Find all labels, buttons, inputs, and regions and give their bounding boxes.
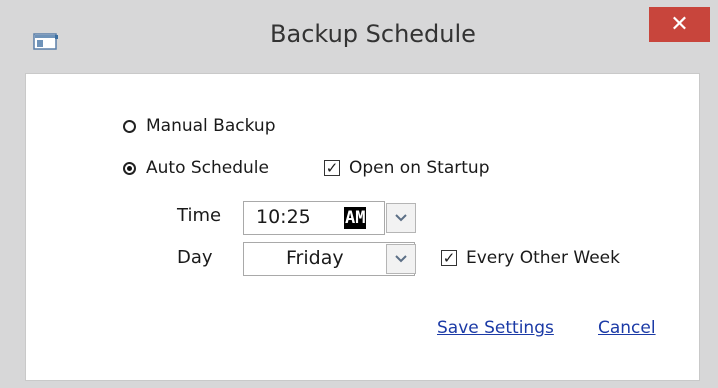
- time-field[interactable]: 10:25 AM: [243, 201, 385, 235]
- save-settings-link[interactable]: Save Settings: [437, 318, 554, 338]
- manual-backup-option[interactable]: Manual Backup: [123, 116, 276, 136]
- every-other-week-option[interactable]: ✓ Every Other Week: [441, 248, 620, 268]
- day-value: Friday: [286, 247, 344, 269]
- time-value[interactable]: 10:25: [256, 206, 311, 228]
- open-on-startup-checkbox[interactable]: ✓: [324, 160, 340, 176]
- day-label: Day: [177, 247, 213, 268]
- chevron-down-icon: [395, 214, 407, 222]
- backup-schedule-window: Backup Schedule ✕ Manual Backup Auto Sch…: [0, 0, 718, 388]
- dialog-body: Manual Backup Auto Schedule ✓ Open on St…: [25, 73, 700, 381]
- title-bar: Backup Schedule ✕: [0, 0, 718, 74]
- manual-backup-radio[interactable]: [123, 119, 136, 133]
- time-dropdown-button[interactable]: [386, 203, 416, 233]
- open-on-startup-option[interactable]: ✓ Open on Startup: [324, 158, 489, 178]
- chevron-down-icon: [395, 255, 407, 263]
- open-on-startup-label: Open on Startup: [349, 158, 490, 178]
- auto-schedule-label: Auto Schedule: [146, 158, 269, 178]
- every-other-week-checkbox[interactable]: ✓: [441, 250, 457, 266]
- manual-backup-label: Manual Backup: [146, 116, 276, 136]
- ampm-value[interactable]: AM: [344, 207, 367, 229]
- time-label: Time: [177, 205, 222, 226]
- close-button[interactable]: ✕: [649, 7, 710, 42]
- checkmark-icon: ✓: [325, 159, 339, 177]
- close-icon: ✕: [670, 12, 689, 37]
- cancel-link[interactable]: Cancel: [598, 318, 656, 338]
- auto-schedule-radio[interactable]: [123, 161, 136, 175]
- day-dropdown-button[interactable]: [386, 244, 416, 274]
- window-title: Backup Schedule: [270, 20, 476, 48]
- auto-schedule-option[interactable]: Auto Schedule: [123, 158, 269, 178]
- checkmark-icon: ✓: [442, 249, 456, 267]
- every-other-week-label: Every Other Week: [466, 248, 620, 268]
